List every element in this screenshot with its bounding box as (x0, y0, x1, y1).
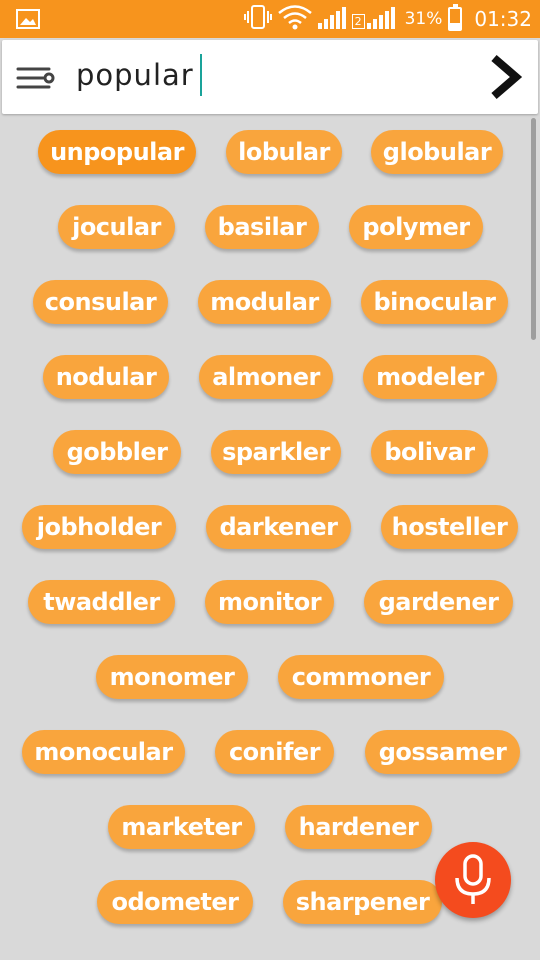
suggestion-chip[interactable]: sparkler (211, 430, 341, 474)
suggestion-chip[interactable]: twaddler (28, 580, 175, 624)
microphone-button[interactable] (435, 842, 511, 918)
suggestion-chip[interactable]: monitor (205, 580, 334, 624)
suggestion-chip[interactable]: commoner (278, 655, 444, 699)
suggestion-chip[interactable]: jobholder (22, 505, 176, 549)
suggestion-list: unpopular lobular globular jocular basilar po… (0, 118, 540, 960)
suggestion-chip[interactable]: hardener (285, 805, 432, 849)
suggestion-chip[interactable]: modeler (363, 355, 497, 399)
suggestion-chip[interactable]: almoner (199, 355, 333, 399)
suggestion-chip[interactable]: marketer (108, 805, 255, 849)
text-cursor (200, 54, 202, 96)
suggestion-chip[interactable]: conifer (215, 730, 334, 774)
suggestion-chip[interactable]: hosteller (381, 505, 518, 549)
scrollbar[interactable] (531, 118, 536, 340)
suggestion-chip[interactable]: binocular (361, 280, 508, 324)
suggestion-chip[interactable]: gardener (364, 580, 513, 624)
chevron-right-icon[interactable] (486, 54, 526, 100)
suggestion-chip[interactable]: consular (33, 280, 168, 324)
suggestion-chip[interactable]: unpopular (38, 130, 196, 174)
filter-icon[interactable] (15, 64, 57, 96)
suggestion-chip[interactable]: globular (371, 130, 503, 174)
signal-sim2-icon: 2 (351, 7, 395, 29)
suggestion-chip[interactable]: polymer (349, 205, 483, 249)
status-icons: 2 31% 01:32 (243, 4, 532, 35)
suggestion-chip[interactable]: basilar (205, 205, 319, 249)
battery-percent: 31% (404, 9, 443, 29)
status-bar: 2 31% 01:32 (0, 0, 540, 38)
suggestion-chip[interactable]: lobular (226, 130, 342, 174)
search-bar: popular (2, 40, 538, 114)
suggestion-chip[interactable]: modular (198, 280, 331, 324)
clock: 01:32 (474, 7, 532, 31)
vibrate-icon (243, 4, 272, 35)
battery-icon (448, 4, 463, 31)
suggestion-chip[interactable]: gobbler (53, 430, 181, 474)
suggestion-chip[interactable]: monomer (96, 655, 248, 699)
suggestion-chip[interactable]: bolivar (371, 430, 488, 474)
suggestion-chip[interactable]: monocular (22, 730, 185, 774)
signal-sim1-icon (317, 7, 346, 29)
gallery-notification-icon (16, 9, 40, 33)
sim2-badge: 2 (351, 14, 365, 29)
suggestion-chip[interactable]: sharpener (283, 880, 442, 924)
suggestion-chip[interactable]: jocular (58, 205, 175, 249)
suggestion-chip[interactable]: gossamer (365, 730, 520, 774)
wifi-icon (277, 4, 312, 35)
suggestion-chip[interactable]: odometer (97, 880, 253, 924)
microphone-icon (455, 854, 491, 904)
search-input[interactable]: popular (76, 52, 194, 98)
suggestion-chip[interactable]: darkener (206, 505, 351, 549)
suggestion-chip[interactable]: nodular (43, 355, 169, 399)
